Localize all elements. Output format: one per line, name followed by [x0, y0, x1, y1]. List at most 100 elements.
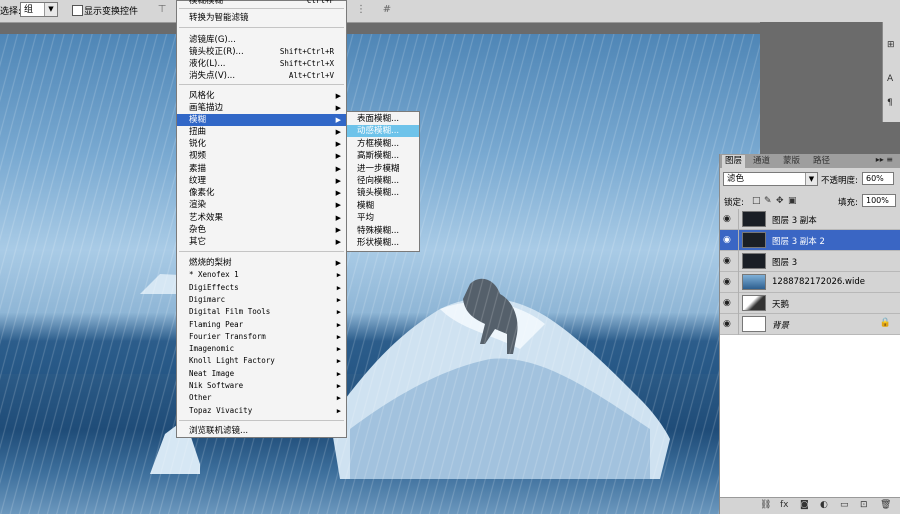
- new-group-icon[interactable]: ▭: [840, 500, 849, 510]
- blur-submenu-item[interactable]: 高斯模糊...: [347, 150, 419, 162]
- filter-menu-item[interactable]: 渲染 ▶: [177, 199, 346, 211]
- blur-submenu-item[interactable]: 动感模糊...: [347, 125, 419, 138]
- filter-menu-item[interactable]: Other ▶: [177, 392, 346, 404]
- menu-item-label: Flaming Pear: [189, 320, 244, 329]
- panel-icon[interactable]: ⊞: [887, 40, 895, 50]
- eye-icon[interactable]: ◉: [723, 298, 735, 308]
- distribute-icon[interactable]: ⋮: [355, 4, 367, 16]
- filter-menu-item[interactable]: 其它 ▶: [177, 236, 346, 248]
- submenu-arrow-icon: ▶: [336, 357, 341, 365]
- filter-menu-item[interactable]: 锐化 ▶: [177, 138, 346, 150]
- panel-menu-icon[interactable]: ▸▸ ≡: [876, 155, 893, 164]
- filter-menu-item[interactable]: 纹理 ▶: [177, 175, 346, 187]
- trash-icon[interactable]: 🗑: [880, 500, 891, 510]
- filter-menu-item[interactable]: 模糊 ▶: [177, 114, 346, 126]
- filter-menu-item[interactable]: Topaz Vivacity ▶: [177, 405, 346, 417]
- menu-item-label: 滤镜库(G)...: [189, 35, 236, 45]
- filter-menu-item[interactable]: 镜头校正(R)... Shift+Ctrl+R: [177, 46, 346, 58]
- menu-item-label: Fourier Transform: [189, 332, 266, 341]
- layer-name: 1288782172026.wide: [772, 277, 865, 287]
- paragraph-icon[interactable]: ¶: [887, 98, 893, 108]
- menu-item-label: 艺术效果: [189, 213, 224, 223]
- filter-menu-item[interactable]: 杂色 ▶: [177, 224, 346, 236]
- submenu-arrow-icon: ▶: [335, 226, 341, 234]
- filter-menu-item[interactable]: Neat Image ▶: [177, 368, 346, 380]
- filter-menu-item[interactable]: 滤镜库(G)...: [177, 34, 346, 46]
- eye-icon[interactable]: ◉: [723, 235, 735, 245]
- filter-menu-item[interactable]: 扭曲 ▶: [177, 126, 346, 138]
- layer-row[interactable]: ◉ 背景 🔒: [720, 314, 900, 335]
- eye-icon[interactable]: ◉: [723, 277, 735, 287]
- filter-menu-item[interactable]: 转换为智能滤镜: [177, 12, 346, 24]
- new-layer-icon[interactable]: ⊡: [860, 500, 868, 510]
- tab-layers[interactable]: 图层: [722, 155, 746, 168]
- layer-row[interactable]: ◉ 1288782172026.wide: [720, 272, 900, 293]
- filter-menu-item[interactable]: 模糊模糊 Ctrl+F: [177, 0, 346, 7]
- filter-menu-item[interactable]: * Xenofex 1 ▶: [177, 269, 346, 281]
- eye-icon[interactable]: ◉: [723, 214, 735, 224]
- filter-menu-item[interactable]: Imagenomic ▶: [177, 343, 346, 355]
- blur-submenu-item[interactable]: 进一步模糊: [347, 163, 419, 175]
- layer-row[interactable]: ◉ 图层 3 副本: [720, 209, 900, 230]
- auto-align-icon[interactable]: #: [381, 4, 393, 16]
- tab-paths[interactable]: 路径: [810, 155, 833, 168]
- lock-transparent-icon[interactable]: □: [752, 196, 761, 206]
- menu-item-label: 液化(L)...: [189, 59, 226, 69]
- eye-icon[interactable]: ◉: [723, 256, 735, 266]
- document-canvas[interactable]: [0, 34, 760, 514]
- filter-menu-item[interactable]: DigiEffects ▶: [177, 282, 346, 294]
- menu-item-label: 渲染: [189, 200, 207, 210]
- filter-menu-item[interactable]: 素描 ▶: [177, 163, 346, 175]
- filter-menu-item[interactable]: 画笔描边 ▶: [177, 102, 346, 114]
- filter-menu-item[interactable]: 风格化 ▶: [177, 90, 346, 102]
- filter-menu-item[interactable]: 燃烧的梨树 ▶: [177, 257, 346, 269]
- layer-thumbnail: [742, 274, 766, 290]
- submenu-arrow-icon: ▶: [336, 394, 341, 402]
- blur-submenu-item[interactable]: 特殊模糊...: [347, 225, 419, 237]
- blur-submenu-item[interactable]: 平均: [347, 212, 419, 224]
- link-layers-icon[interactable]: ⛓: [760, 500, 771, 510]
- filter-menu-item[interactable]: 像素化 ▶: [177, 187, 346, 199]
- adjustment-layer-icon[interactable]: ◐: [820, 500, 828, 510]
- auto-select-dropdown[interactable]: 组 ▼: [20, 2, 58, 17]
- blur-submenu-item[interactable]: 镜头模糊...: [347, 187, 419, 199]
- blend-mode-select[interactable]: 滤色 ▼: [723, 172, 818, 186]
- filter-menu-item[interactable]: Knoll Light Factory ▶: [177, 355, 346, 367]
- lock-label: 锁定:: [724, 198, 744, 208]
- layer-row[interactable]: ◉ 天鹅: [720, 293, 900, 314]
- blur-submenu-item[interactable]: 模糊: [347, 200, 419, 212]
- filter-menu-item[interactable]: 液化(L)... Shift+Ctrl+X: [177, 58, 346, 70]
- blur-submenu-item[interactable]: 径向模糊...: [347, 175, 419, 187]
- show-transform-checkbox[interactable]: [72, 5, 83, 16]
- filter-menu-item[interactable]: Digimarc ▶: [177, 294, 346, 306]
- character-icon[interactable]: A: [887, 74, 893, 84]
- eye-icon[interactable]: ◉: [723, 319, 735, 329]
- filter-menu-item[interactable]: Digital Film Tools ▶: [177, 306, 346, 318]
- filter-menu-item[interactable]: 消失点(V)... Alt+Ctrl+V: [177, 70, 346, 82]
- filter-menu-item[interactable]: 视频 ▶: [177, 150, 346, 162]
- filter-menu-item[interactable]: Nik Software ▶: [177, 380, 346, 392]
- align-top-icon[interactable]: ⊤: [156, 4, 168, 16]
- blur-submenu-item[interactable]: 形状模糊...: [347, 237, 419, 249]
- fx-icon[interactable]: fx: [780, 500, 789, 510]
- submenu-arrow-icon: ▶: [336, 284, 341, 292]
- add-mask-icon[interactable]: ◙: [800, 500, 809, 510]
- layer-name: 背景: [772, 321, 790, 331]
- filter-menu-item[interactable]: Flaming Pear ▶: [177, 319, 346, 331]
- fill-input[interactable]: 100%: [862, 194, 896, 207]
- blur-submenu-item[interactable]: 表面模糊...: [347, 113, 419, 125]
- lock-all-icon[interactable]: ▣: [788, 196, 797, 206]
- filter-menu-item[interactable]: 浏览联机滤镜...: [177, 425, 346, 437]
- blur-submenu-item[interactable]: 方框模糊...: [347, 138, 419, 150]
- lock-move-icon[interactable]: ✥: [776, 196, 784, 206]
- layer-row[interactable]: ◉ 图层 3: [720, 251, 900, 272]
- blur-submenu: 表面模糊... 动感模糊... 方框模糊... 高斯模糊... 进一步模糊 径向模糊...…: [346, 111, 420, 252]
- layer-row[interactable]: ◉ 图层 3 副本 2: [720, 230, 900, 251]
- tab-channels[interactable]: 通道: [750, 155, 773, 168]
- filter-menu-item[interactable]: 艺术效果 ▶: [177, 212, 346, 224]
- lock-paint-icon[interactable]: ✎: [764, 196, 772, 206]
- tab-masks[interactable]: 蒙版: [780, 155, 803, 168]
- layer-list: ◉ 图层 3 副本 ◉ 图层 3 副本 2 ◉ 图层 3 ◉ 128878217…: [720, 209, 900, 499]
- filter-menu-item[interactable]: Fourier Transform ▶: [177, 331, 346, 343]
- opacity-input[interactable]: 60%: [862, 172, 894, 185]
